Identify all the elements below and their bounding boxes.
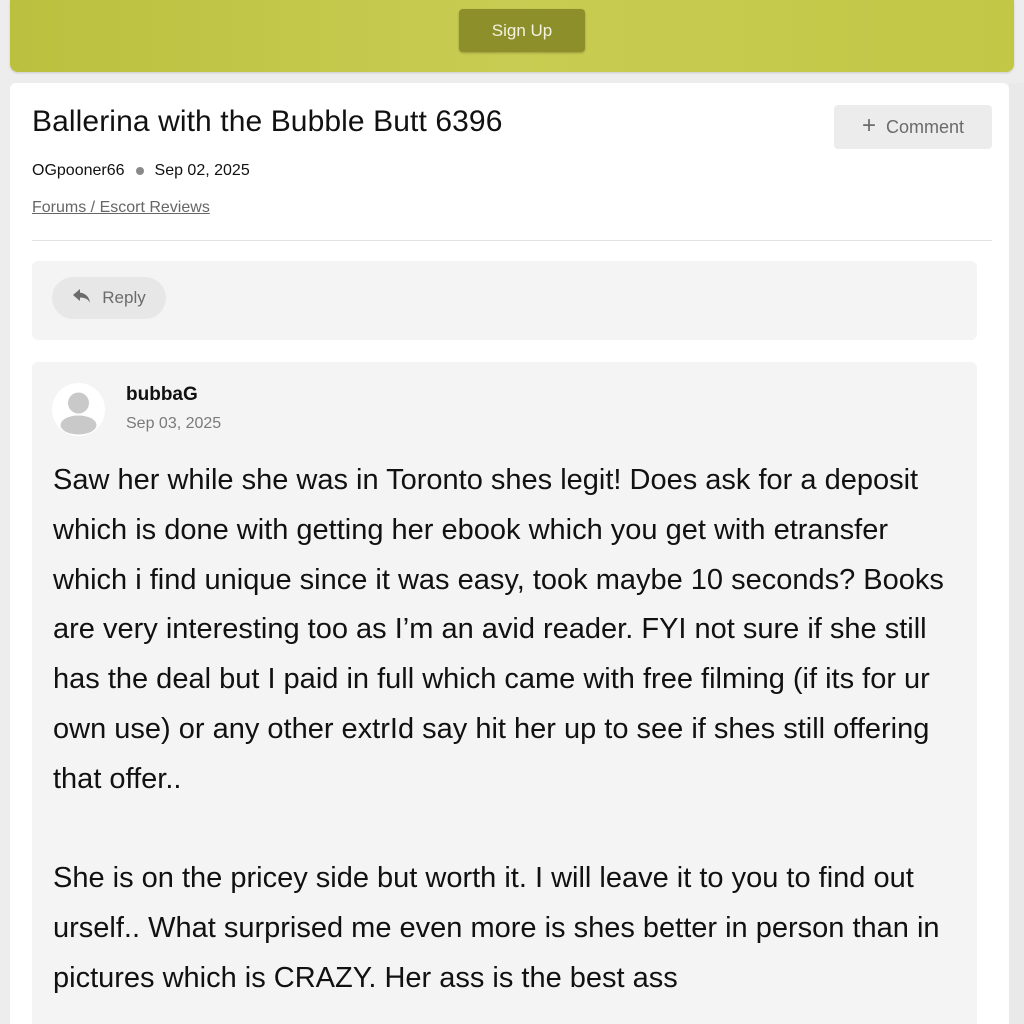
reply-arrow-icon <box>72 288 92 309</box>
post-paragraph: She is on the pricey side but worth it. … <box>53 862 940 994</box>
thread-card: Ballerina with the Bubble Butt 6396 + Co… <box>10 83 1009 1024</box>
page: Sign Up Ballerina with the Bubble Butt 6… <box>0 0 1024 1024</box>
breadcrumb[interactable]: Forums / Escort Reviews <box>32 199 210 217</box>
post-paragraph: Saw her while she was in Toronto shes le… <box>53 464 944 795</box>
sign-up-button[interactable]: Sign Up <box>459 9 585 52</box>
post-date: Sep 03, 2025 <box>126 415 222 432</box>
reply-panel: Reply <box>32 261 977 340</box>
post-body: Saw her while she was in Toronto shes le… <box>53 456 958 1004</box>
separator-dot-icon <box>135 167 144 175</box>
plus-icon: + <box>861 112 876 139</box>
thread-date: Sep 02, 2025 <box>154 162 250 179</box>
post: bubbaG Sep 03, 2025 Saw her while she wa… <box>32 362 977 1024</box>
reply-button-label: Reply <box>102 288 146 307</box>
divider <box>32 240 992 241</box>
post-username[interactable]: bubbaG <box>126 384 198 406</box>
thread-title: Ballerina with the Bubble Butt 6396 <box>32 105 503 138</box>
top-banner: Sign Up <box>10 0 1014 72</box>
comment-button-label: Comment <box>885 116 965 137</box>
reply-button[interactable]: Reply <box>52 277 166 319</box>
thread-author[interactable]: OGpooner66 <box>32 162 125 180</box>
scrollbar-track[interactable] <box>1009 83 1024 1024</box>
comment-button[interactable]: + Comment <box>834 105 992 149</box>
default-user-avatar-icon[interactable] <box>52 383 105 436</box>
thread-meta: OGpooner66 Sep 02, 2025 <box>32 162 250 180</box>
